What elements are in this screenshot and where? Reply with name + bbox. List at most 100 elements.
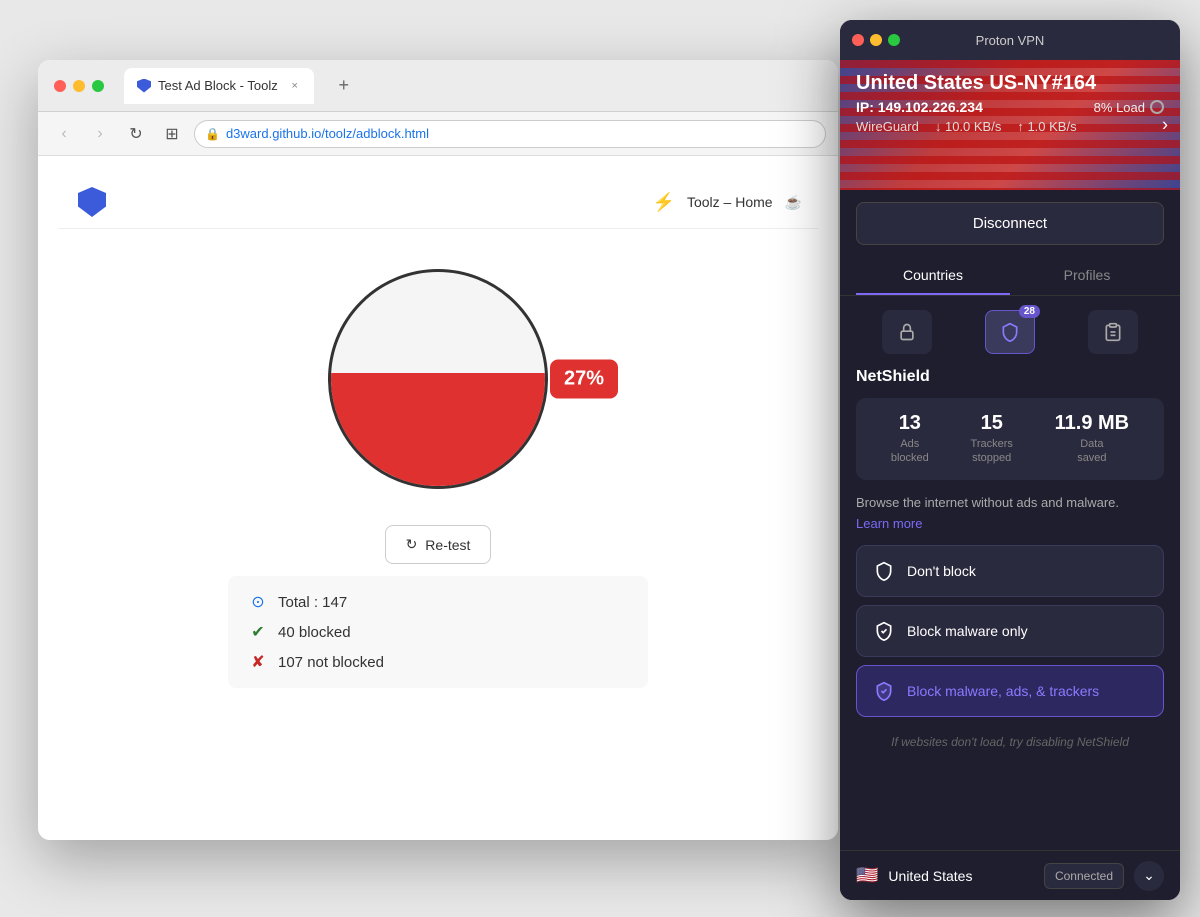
ns-option-dont-block[interactable]: Don't block <box>856 545 1164 597</box>
disconnect-button[interactable]: Disconnect <box>856 202 1164 245</box>
ns-option-block-malware[interactable]: Block malware only <box>856 605 1164 657</box>
back-button[interactable]: ‹ <box>50 120 78 148</box>
vpn-speed-down: ↓ 10.0 KB/s <box>935 119 1001 134</box>
maximize-traffic-light[interactable] <box>92 80 104 92</box>
ns-trackers-count: 15 <box>981 412 1003 435</box>
traffic-lights <box>54 80 104 92</box>
browser-tab[interactable]: Test Ad Block - Toolz × <box>124 68 314 104</box>
vpn-bottom-bar: 🇺🇸 United States Connected ⌄ <box>840 850 1180 900</box>
ns-trackers-label: Trackersstopped <box>971 437 1013 466</box>
bottom-chevron-icon[interactable]: ⌄ <box>1134 861 1164 891</box>
vpn-chevron-right-icon[interactable]: › <box>1162 115 1168 136</box>
minimize-traffic-light[interactable] <box>73 80 85 92</box>
gauge-percent-badge: 27% <box>550 360 618 399</box>
browser-titlebar: Test Ad Block - Toolz × + <box>38 60 838 112</box>
browser-content: ⚡ Toolz – Home ☕ 27% ↻ Re-test ⊙ Total :… <box>38 156 838 840</box>
vpn-header-content: United States US-NY#164 IP: 149.102.226.… <box>840 60 1180 146</box>
block-malware-shield-icon <box>873 620 895 642</box>
not-blocked-icon: ✘ <box>248 652 268 672</box>
tab-shield-icon <box>137 79 151 93</box>
vpn-icons-row: 28 <box>840 296 1180 368</box>
block-all-shield-icon <box>873 680 895 702</box>
toolz-home-link[interactable]: Toolz – Home <box>687 194 773 210</box>
bottom-country-label: United States <box>888 868 1034 884</box>
close-traffic-light[interactable] <box>54 80 66 92</box>
shield-blue-icon <box>78 187 106 217</box>
dont-block-shield-icon <box>873 560 895 582</box>
shield-badge-count: 28 <box>1019 305 1040 318</box>
vpn-protocol-label: WireGuard <box>856 119 919 134</box>
bottom-flag-icon: 🇺🇸 <box>856 865 878 886</box>
ns-data-label: Datasaved <box>1077 437 1106 466</box>
vpn-shield-icon-btn[interactable]: 28 <box>985 310 1035 354</box>
blocked-label: 40 blocked <box>278 624 351 641</box>
vpn-disconnect-area: Disconnect <box>840 190 1180 257</box>
vpn-panel: Proton VPN United States US-NY#164 IP: 1… <box>840 20 1180 900</box>
address-bar[interactable]: 🔒 d3ward.github.io/toolz/adblock.html <box>194 120 826 148</box>
tab-profiles[interactable]: Profiles <box>1010 257 1164 295</box>
page-nav-right: ⚡ Toolz – Home ☕ <box>653 192 802 213</box>
vpn-traffic-lights <box>852 34 900 46</box>
coffee-icon: ☕ <box>785 194 802 211</box>
vpn-country-server: United States US-NY#164 <box>856 72 1164 95</box>
toolz-logo-icon: ⚡ <box>653 192 675 213</box>
grid-button[interactable]: ⊞ <box>158 120 186 148</box>
vpn-load: 8% Load <box>1094 100 1164 115</box>
vpn-titlebar: Proton VPN <box>840 20 1180 60</box>
block-all-label: Block malware, ads, & trackers <box>907 683 1099 699</box>
load-circle-icon <box>1150 100 1164 114</box>
not-blocked-label: 107 not blocked <box>278 654 384 671</box>
vpn-clipboard-icon-btn[interactable] <box>1088 310 1138 354</box>
block-malware-label: Block malware only <box>907 623 1028 639</box>
ns-ads-count: 13 <box>899 412 921 435</box>
stat-row-not-blocked: ✘ 107 not blocked <box>248 652 628 672</box>
ns-ads-label: Adsblocked <box>891 437 929 466</box>
vpn-speed-row: WireGuard ↓ 10.0 KB/s ↑ 1.0 KB/s <box>856 119 1164 134</box>
vpn-tabs: Countries Profiles <box>840 257 1180 296</box>
gauge-fill <box>331 373 545 486</box>
ns-data-stat: 11.9 MB Datasaved <box>1055 412 1129 466</box>
ns-option-block-all[interactable]: Block malware, ads, & trackers <box>856 665 1164 717</box>
vpn-maximize-light[interactable] <box>888 34 900 46</box>
netshield-footer: If websites don't load, try disabling Ne… <box>856 725 1164 763</box>
vpn-load-label: 8% Load <box>1094 100 1145 115</box>
vpn-speed-up: ↑ 1.0 KB/s <box>1017 119 1076 134</box>
new-tab-button[interactable]: + <box>330 72 358 100</box>
netshield-learn-more[interactable]: Learn more <box>856 516 1164 531</box>
netshield-description: Browse the internet without ads and malw… <box>856 494 1164 512</box>
total-icon: ⊙ <box>248 592 268 612</box>
retest-button[interactable]: ↻ Re-test <box>385 525 492 564</box>
lock-icon: 🔒 <box>205 127 220 141</box>
page-topbar: ⚡ Toolz – Home ☕ <box>58 176 818 229</box>
vpn-close-light[interactable] <box>852 34 864 46</box>
total-label: Total : 147 <box>278 594 347 611</box>
netshield-section: NetShield 13 Adsblocked 15 Trackersstopp… <box>840 368 1180 850</box>
connected-badge: Connected <box>1044 863 1124 889</box>
netshield-stats: 13 Adsblocked 15 Trackersstopped 11.9 MB… <box>856 398 1164 480</box>
reload-button[interactable]: ↻ <box>122 120 150 148</box>
retest-label: Re-test <box>425 537 470 553</box>
ns-trackers-stat: 15 Trackersstopped <box>971 412 1013 466</box>
tab-favicon-icon <box>136 78 152 94</box>
vpn-lock-icon-btn[interactable] <box>882 310 932 354</box>
stat-row-blocked: ✔ 40 blocked <box>248 622 628 642</box>
blocked-icon: ✔ <box>248 622 268 642</box>
page-shield-icon <box>74 184 110 220</box>
gauge-container: 27% <box>328 269 548 489</box>
vpn-ip-address: IP: 149.102.226.234 <box>856 99 983 115</box>
tab-countries[interactable]: Countries <box>856 257 1010 295</box>
vpn-header: United States US-NY#164 IP: 149.102.226.… <box>840 60 1180 190</box>
ns-ads-stat: 13 Adsblocked <box>891 412 929 466</box>
ns-data-saved: 11.9 MB <box>1055 412 1129 435</box>
stat-row-total: ⊙ Total : 147 <box>248 592 628 612</box>
tab-close-button[interactable]: × <box>288 79 302 93</box>
browser-window: Test Ad Block - Toolz × + ‹ › ↻ ⊞ 🔒 d3wa… <box>38 60 838 840</box>
vpn-minimize-light[interactable] <box>870 34 882 46</box>
forward-button[interactable]: › <box>86 120 114 148</box>
address-url: d3ward.github.io/toolz/adblock.html <box>226 126 429 141</box>
netshield-title: NetShield <box>856 368 1164 386</box>
browser-navbar: ‹ › ↻ ⊞ 🔒 d3ward.github.io/toolz/adblock… <box>38 112 838 156</box>
url-link: d3ward.github.io/toolz/adblock.html <box>226 126 429 141</box>
vpn-ip-row: IP: 149.102.226.234 8% Load <box>856 99 1164 115</box>
stats-panel: ⊙ Total : 147 ✔ 40 blocked ✘ 107 not blo… <box>228 576 648 688</box>
